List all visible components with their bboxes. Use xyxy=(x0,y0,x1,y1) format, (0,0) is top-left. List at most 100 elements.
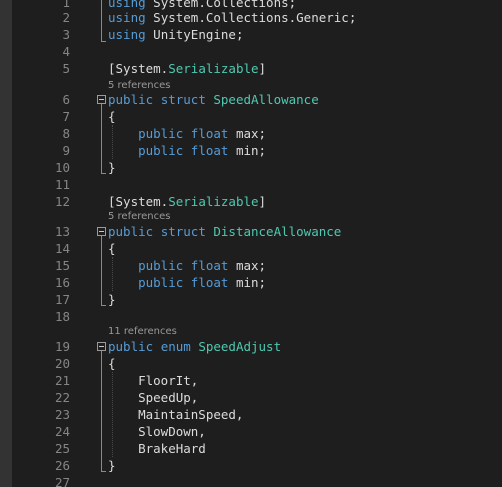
code-line-18[interactable]: 18 xyxy=(0,308,502,325)
line-number: 8 xyxy=(62,126,70,141)
code-line-7[interactable]: 7{ xyxy=(0,108,502,125)
code-text[interactable]: public float max; xyxy=(108,257,266,274)
code-line-14[interactable]: 14 { xyxy=(0,240,502,257)
code-line-22[interactable]: 22 SpeedUp, xyxy=(0,389,502,406)
text-token: } xyxy=(108,292,116,307)
keyword-token: public xyxy=(138,275,184,290)
text-token: { xyxy=(108,109,116,124)
code-text[interactable]: SpeedUp, xyxy=(108,389,198,406)
collapse-toggle[interactable] xyxy=(97,342,106,351)
codelens-references[interactable]: 5 references xyxy=(108,210,171,223)
code-line-27[interactable]: 27 xyxy=(0,474,502,487)
outline-line xyxy=(101,351,102,471)
code-line-15[interactable]: 15 public float max; xyxy=(0,257,502,274)
code-line-5[interactable]: 5 [System.Serializable] xyxy=(0,60,502,77)
codelens-references[interactable]: 5 references xyxy=(108,79,171,92)
keyword-token: public xyxy=(108,339,154,354)
code-line-23[interactable]: 23 MaintainSpeed, xyxy=(0,406,502,423)
code-line-9[interactable]: 9 public float min; xyxy=(0,142,502,159)
line-number: 18 xyxy=(54,309,70,324)
text-token: SlowDown, xyxy=(108,424,206,439)
code-line-20[interactable]: 20 { xyxy=(0,355,502,372)
keyword-token: using xyxy=(108,27,146,42)
code-line-26[interactable]: 26} xyxy=(0,457,502,474)
text-token: } xyxy=(108,458,116,473)
keyword-token: public xyxy=(138,143,184,158)
code-line-10[interactable]: 10} xyxy=(0,159,502,176)
code-text[interactable]: using System.Collections.Generic; xyxy=(108,9,356,26)
code-text[interactable]: public struct SpeedAllowance xyxy=(108,91,319,108)
code-line-19[interactable]: 19 public enum SpeedAdjust xyxy=(0,338,502,355)
code-text[interactable]: { xyxy=(108,108,116,125)
code-text[interactable]: public float min; xyxy=(108,274,266,291)
text-token: FloorIt, xyxy=(108,373,199,388)
line-number: 3 xyxy=(62,27,70,42)
code-line-24[interactable]: 24 SlowDown, xyxy=(0,423,502,440)
code-line-21[interactable]: 21 FloorIt, xyxy=(0,372,502,389)
code-line-3[interactable]: 3 using UnityEngine; xyxy=(0,26,502,43)
outline-line xyxy=(101,104,102,173)
code-line-17[interactable]: 17} xyxy=(0,291,502,308)
text-token: System.Collections.Generic; xyxy=(145,10,357,25)
text-token: ] xyxy=(258,194,267,209)
codelens-references[interactable]: 11 references xyxy=(108,325,177,338)
code-line-13[interactable]: 13 public struct DistanceAllowance xyxy=(0,223,502,240)
code-text[interactable]: public float min; xyxy=(108,142,266,159)
text-token: SpeedUp, xyxy=(108,390,199,405)
line-number: 13 xyxy=(54,224,70,239)
code-line-2[interactable]: 2 using System.Collections.Generic; xyxy=(0,9,502,26)
code-editor[interactable]: 1 using System.Collections; 2 using System.… xyxy=(0,0,502,487)
code-text[interactable]: MaintainSpeed, xyxy=(108,406,243,423)
keyword-token: struct xyxy=(160,92,206,107)
code-line-8[interactable]: 8 public float max; xyxy=(0,125,502,142)
code-line-25[interactable]: 25 BrakeHard xyxy=(0,440,502,457)
code-text[interactable]: FloorIt, xyxy=(108,372,198,389)
outline-end xyxy=(101,471,106,472)
line-number: 9 xyxy=(62,143,70,158)
code-text[interactable]: public enum SpeedAdjust xyxy=(108,338,281,355)
code-text[interactable]: } xyxy=(108,159,116,176)
code-text[interactable]: BrakeHard xyxy=(108,440,206,457)
type-token: Serializable xyxy=(168,61,259,76)
code-text[interactable]: } xyxy=(108,457,116,474)
code-text[interactable]: using UnityEngine; xyxy=(108,26,243,43)
text-token: BrakeHard xyxy=(108,441,206,456)
text-token: ] xyxy=(258,61,267,76)
line-number: 11 xyxy=(54,177,70,192)
text-token: [System. xyxy=(108,194,169,209)
text-token: max; xyxy=(228,126,267,141)
text-token: max; xyxy=(228,258,267,273)
code-line-11[interactable]: 11 xyxy=(0,176,502,193)
text-token: min; xyxy=(228,275,267,290)
line-number: 17 xyxy=(54,292,70,307)
code-line-6[interactable]: 6 public struct SpeedAllowance xyxy=(0,91,502,108)
line-number: 14 xyxy=(54,241,70,256)
type-token: SpeedAdjust xyxy=(198,339,282,354)
code-line-12[interactable]: 12 [System.Serializable] xyxy=(0,193,502,210)
code-text[interactable]: [System.Serializable] xyxy=(108,60,266,77)
keyword-token: float xyxy=(190,258,229,273)
code-text[interactable]: } xyxy=(108,291,116,308)
code-text[interactable]: public float max; xyxy=(108,125,266,142)
collapse-toggle[interactable] xyxy=(97,227,106,236)
line-number: 27 xyxy=(54,475,70,487)
line-number: 5 xyxy=(62,61,70,76)
outline-line xyxy=(101,236,102,305)
code-line-4[interactable]: 4 xyxy=(0,43,502,60)
code-line-16[interactable]: 16 public float min; xyxy=(0,274,502,291)
line-number: 7 xyxy=(62,109,70,124)
indent-guide xyxy=(112,125,113,159)
code-text[interactable]: public struct DistanceAllowance xyxy=(108,223,341,240)
using-outline-line xyxy=(101,0,102,42)
code-text[interactable]: { xyxy=(108,355,116,372)
code-text[interactable]: [System.Serializable] xyxy=(108,193,266,210)
code-text[interactable]: { xyxy=(108,240,116,257)
collapse-toggle[interactable] xyxy=(97,95,106,104)
code-text[interactable]: SlowDown, xyxy=(108,423,206,440)
